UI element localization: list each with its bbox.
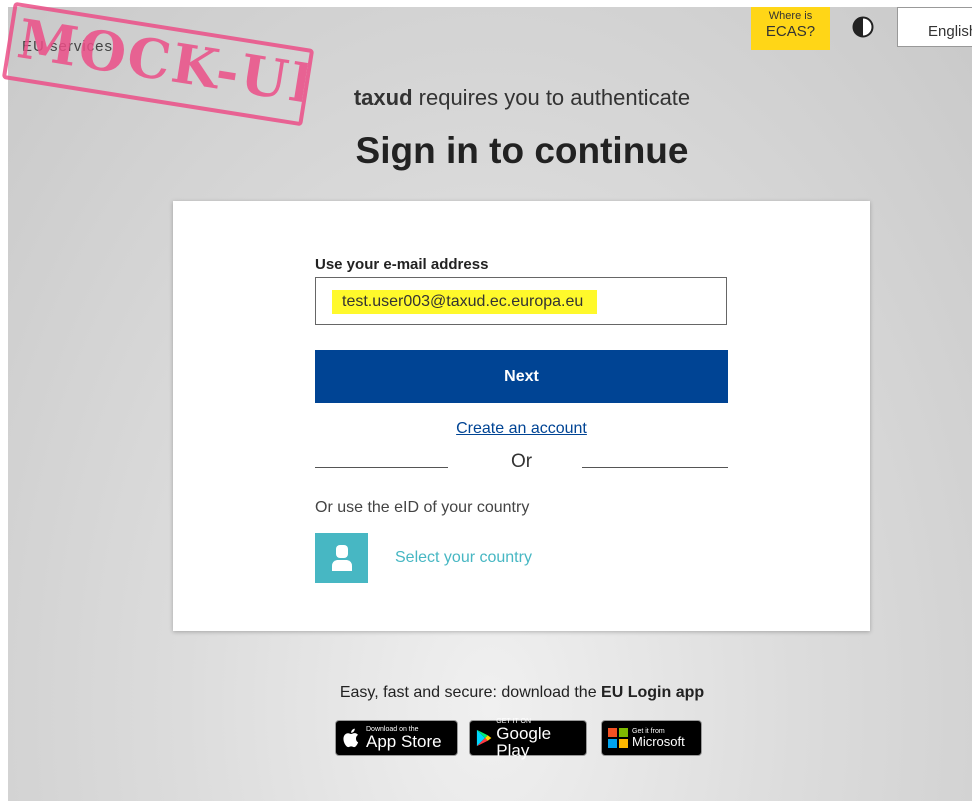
divider-line-right — [582, 467, 728, 468]
page-title: Sign in to continue — [355, 130, 689, 171]
email-label: Use your e-mail address — [315, 256, 489, 273]
email-value: test.user003@taxud.ec.europa.eu — [332, 290, 598, 314]
language-selector[interactable]: English — [897, 7, 972, 47]
user-icon — [331, 545, 352, 571]
ecas-label: ECAS? — [765, 23, 816, 40]
requires-text: requires you to authenticate — [412, 85, 691, 110]
or-divider: Or — [315, 451, 728, 475]
select-country-link[interactable]: Select your country — [395, 549, 532, 567]
next-button[interactable]: Next — [315, 350, 728, 403]
google-play-icon — [476, 729, 492, 747]
promo-app-name: EU Login app — [601, 684, 705, 701]
apple-icon — [343, 728, 359, 748]
login-card: Use your e-mail address test.user003@tax… — [173, 201, 870, 631]
app-name: taxud — [353, 85, 413, 110]
microsoft-store-badge[interactable]: Get it from Microsoft — [601, 720, 702, 756]
microsoft-icon — [608, 728, 628, 748]
app-store-badge[interactable]: Download on the App Store — [335, 720, 458, 756]
eid-label: Or use the eID of your country — [315, 499, 530, 516]
or-label: Or — [510, 451, 533, 472]
select-country-button[interactable] — [315, 533, 368, 583]
where-is-ecas-button[interactable]: Where is ECAS? — [751, 7, 830, 50]
where-is-label: Where is — [768, 10, 813, 22]
create-account-link-text[interactable]: Create an account — [456, 420, 587, 437]
promo-prefix: Easy, fast and secure: download the — [339, 684, 602, 701]
create-account-link: Create an account — [173, 420, 870, 438]
google-play-badge[interactable]: GET IT ON Google Play — [469, 718, 587, 760]
contrast-icon — [852, 16, 874, 38]
app-promo-text: Easy, fast and secure: download the EU L… — [0, 684, 972, 702]
email-field[interactable]: test.user003@taxud.ec.europa.eu — [315, 277, 727, 325]
ms-big-text: Microsoft — [632, 734, 685, 749]
apple-big-text: App Store — [366, 732, 442, 751]
google-big-text: Google Play — [496, 723, 552, 760]
contrast-toggle-button[interactable] — [848, 12, 878, 42]
auth-subtitle: taxud requires you to authenticate — [0, 85, 972, 111]
